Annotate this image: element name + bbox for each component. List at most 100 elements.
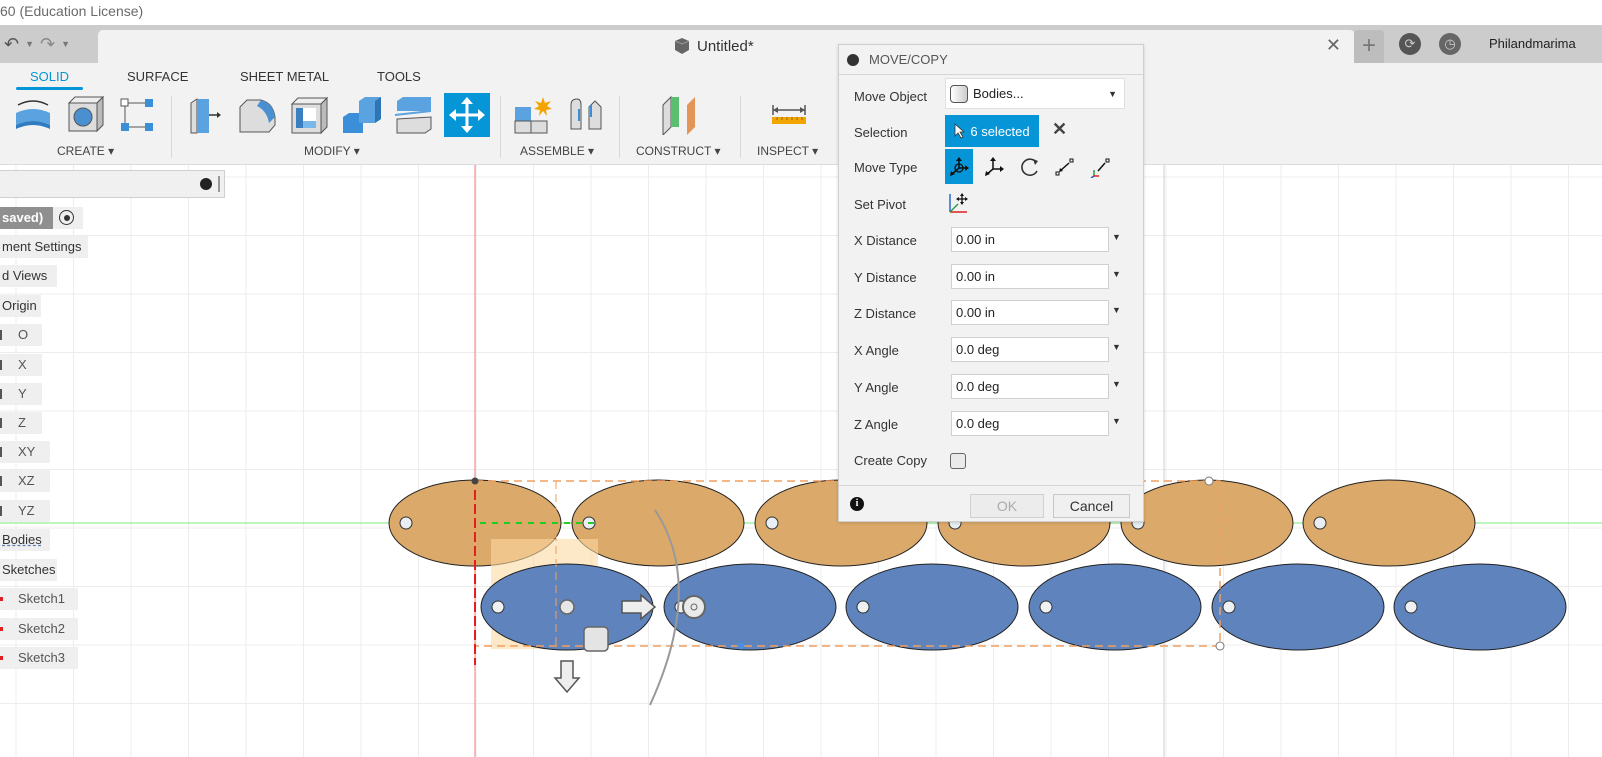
group-assemble-label[interactable]: ASSEMBLE ▾ — [520, 144, 594, 158]
measure-icon[interactable] — [768, 93, 810, 137]
visibility-toggle-icon[interactable] — [0, 389, 2, 399]
visibility-toggle-icon[interactable] — [0, 447, 2, 457]
chevron-down-icon[interactable]: ▼ — [1112, 269, 1121, 279]
value-input[interactable]: 0.0 deg — [951, 410, 1109, 436]
browser-item[interactable]: Sketch3 — [0, 647, 78, 669]
quick-access-toolbar: ↶ ▼ ↷ ▼ — [0, 25, 98, 63]
tab-surface[interactable]: SURFACE — [127, 69, 188, 84]
browser-item[interactable]: Sketches — [0, 559, 57, 581]
browser-item[interactable]: Y — [0, 383, 42, 405]
browser-item[interactable]: Bodies — [0, 529, 50, 551]
activate-component-button[interactable] — [53, 207, 83, 229]
browser-item[interactable]: Sketch2 — [0, 618, 78, 640]
window-title: 60 (Education License) — [0, 0, 1602, 25]
split-body-icon[interactable] — [392, 93, 434, 137]
3d-viewport[interactable] — [0, 165, 1602, 757]
chevron-down-icon[interactable]: ▼ — [1112, 379, 1121, 389]
canvas-svg[interactable] — [0, 165, 1602, 757]
collapse-browser-icon[interactable] — [200, 178, 212, 190]
visibility-toggle-icon[interactable] — [0, 418, 2, 428]
point-to-position-icon[interactable] — [1087, 149, 1115, 184]
chevron-down-icon[interactable]: ▼ — [1112, 232, 1121, 242]
fillet-icon[interactable] — [236, 93, 278, 137]
visibility-toggle-icon[interactable] — [0, 330, 2, 340]
clear-selection-icon[interactable]: ✕ — [1052, 119, 1067, 140]
body-hole — [1313, 516, 1327, 530]
visibility-toggle-icon[interactable] — [0, 506, 2, 516]
browser-item-label: O — [18, 327, 29, 342]
chevron-down-icon[interactable]: ▼ — [1112, 416, 1121, 426]
panel-resize-handle[interactable] — [218, 176, 220, 192]
browser-item[interactable]: XY — [0, 441, 50, 463]
undo-icon[interactable]: ↶ — [4, 34, 19, 55]
browser-item[interactable]: X — [0, 354, 42, 376]
move-copy-icon[interactable] — [444, 93, 490, 137]
combine-icon[interactable] — [340, 93, 382, 137]
offset-plane-icon[interactable] — [658, 93, 700, 137]
document-cube-icon — [674, 38, 690, 54]
browser-item[interactable]: Origin — [0, 295, 41, 317]
move-object-select[interactable]: Bodies... ▼ — [945, 78, 1125, 109]
browser-item[interactable]: YZ — [0, 500, 50, 522]
group-construct-label[interactable]: CONSTRUCT ▾ — [636, 144, 720, 158]
visibility-toggle-icon[interactable] — [0, 476, 2, 486]
ribbon-separator — [740, 96, 741, 158]
shell-icon[interactable] — [288, 93, 330, 137]
job-status-icon[interactable]: ◷ — [1439, 33, 1461, 55]
tab-tools[interactable]: TOOLS — [377, 69, 421, 84]
plane-handle — [583, 626, 609, 652]
user-name[interactable]: Philandmarima — [1489, 36, 1576, 51]
blue-body — [1393, 563, 1567, 651]
extensions-icon[interactable]: ⟳ — [1399, 33, 1421, 55]
revolve-icon[interactable] — [12, 93, 54, 137]
close-tab-icon[interactable]: ✕ — [1326, 35, 1341, 56]
value-input[interactable]: 0.0 deg — [951, 373, 1109, 399]
browser-root[interactable]: saved) — [0, 207, 53, 229]
group-inspect-label[interactable]: INSPECT ▾ — [757, 144, 818, 158]
group-create-label[interactable]: CREATE ▾ — [57, 144, 114, 158]
dialog-header: MOVE/COPY — [839, 45, 1143, 75]
create-copy-checkbox[interactable] — [950, 453, 966, 469]
press-pull-icon[interactable] — [184, 93, 226, 137]
translate-icon[interactable] — [980, 149, 1008, 184]
browser-item[interactable]: O — [0, 324, 42, 346]
browser-item[interactable]: XZ — [0, 470, 50, 492]
browser-item-label: Sketches — [2, 562, 56, 577]
group-modify-label[interactable]: MODIFY ▾ — [304, 144, 360, 158]
value-input[interactable]: 0.0 deg — [951, 337, 1109, 363]
browser-item[interactable]: Z — [0, 412, 42, 434]
chevron-down-icon[interactable]: ▼ — [1112, 305, 1121, 315]
browser-item[interactable]: d Views — [0, 265, 57, 287]
visibility-toggle-icon[interactable] — [0, 360, 2, 370]
point-to-point-icon[interactable] — [1051, 149, 1079, 184]
cancel-button[interactable]: Cancel — [1053, 494, 1130, 518]
joint-icon[interactable] — [564, 93, 606, 137]
info-icon[interactable]: i — [850, 497, 864, 511]
hole-icon[interactable] — [64, 93, 106, 137]
body-hole — [1222, 600, 1236, 614]
bbox-corner-handle — [1215, 641, 1225, 651]
redo-icon[interactable]: ↷ — [40, 34, 55, 55]
new-tab-button[interactable]: + — [1354, 30, 1384, 64]
free-move-icon[interactable] — [945, 149, 973, 184]
browser-item[interactable]: Sketch1 — [0, 588, 78, 610]
body-hole — [1039, 600, 1053, 614]
tab-solid[interactable]: SOLID — [15, 69, 84, 90]
redo-dropdown-icon[interactable]: ▼ — [61, 39, 70, 49]
new-component-icon[interactable] — [512, 93, 554, 137]
rotate-icon[interactable] — [1016, 149, 1044, 184]
selection-button[interactable]: 6 selected — [945, 115, 1039, 147]
document-tab[interactable]: Untitled* ✕ — [98, 30, 1355, 64]
browser-item-label: Sketch2 — [18, 621, 65, 636]
chevron-down-icon[interactable]: ▼ — [1112, 342, 1121, 352]
set-pivot-icon[interactable] — [947, 191, 971, 215]
value-input[interactable]: 0.00 in — [951, 227, 1109, 252]
pattern-icon[interactable] — [116, 93, 158, 137]
value-input[interactable]: 0.00 in — [951, 300, 1109, 326]
browser-item[interactable]: ment Settings — [0, 236, 88, 258]
tab-sheet-metal[interactable]: SHEET METAL — [240, 69, 329, 84]
collapse-dialog-icon[interactable] — [847, 53, 859, 66]
value-input[interactable]: 0.00 in — [951, 263, 1109, 289]
undo-dropdown-icon[interactable]: ▼ — [25, 39, 34, 49]
ok-button[interactable]: OK — [970, 494, 1044, 518]
